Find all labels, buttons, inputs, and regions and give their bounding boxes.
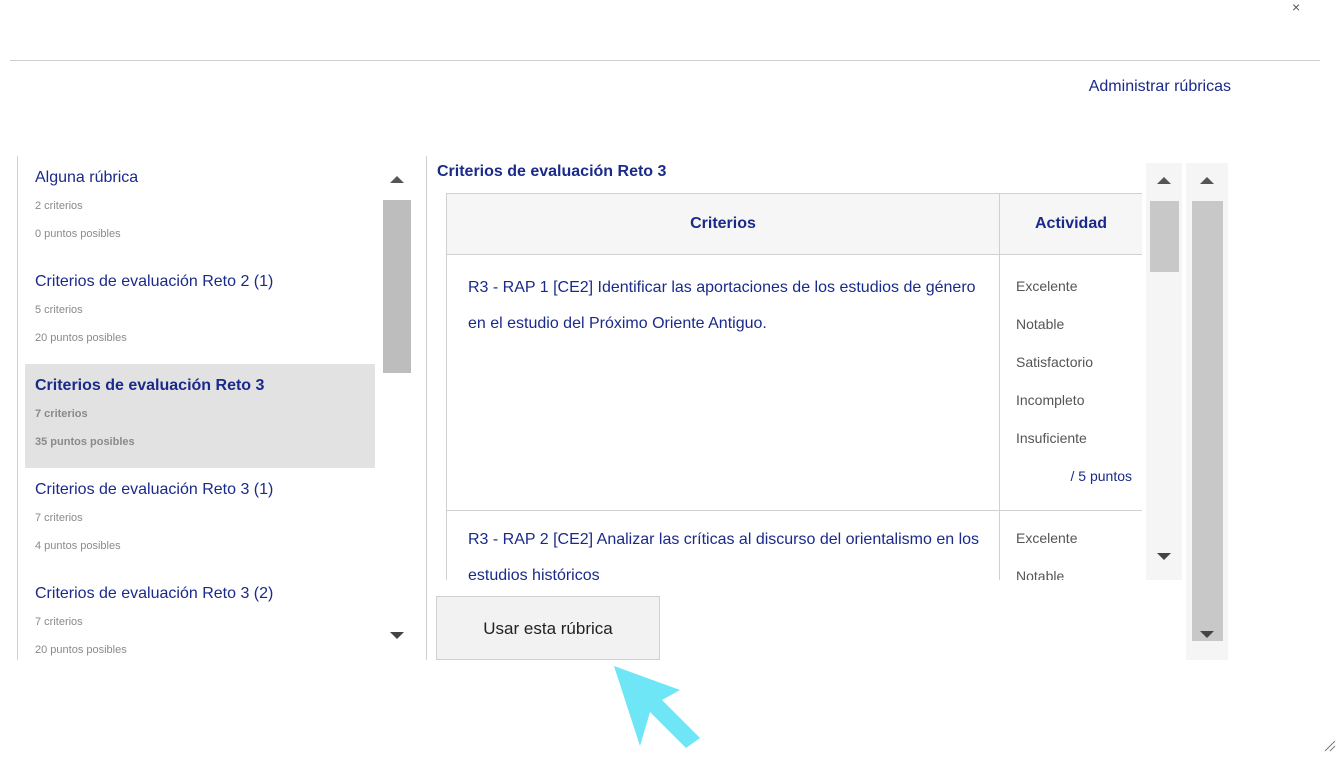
- rubric-name: Alguna rúbrica: [35, 169, 139, 186]
- scrollbar-thumb[interactable]: [1192, 201, 1223, 641]
- rubric-criteria-count: 7 criterios: [35, 408, 88, 420]
- rubric-list: Alguna rúbrica 2 criterios 0 puntos posi…: [25, 156, 375, 660]
- scroll-down-icon[interactable]: [390, 632, 404, 639]
- rubric-item-reto2-1[interactable]: Criterios de evaluación Reto 2 (1) 5 cri…: [25, 260, 375, 364]
- criteria-table-viewport: Criterios Actividad R3 - RAP 1 [CE2] Ide…: [446, 193, 1142, 580]
- manage-rubrics-link[interactable]: Administrar rúbricas: [1089, 78, 1231, 96]
- criteria-table-scrollbar[interactable]: [1146, 163, 1182, 580]
- level-label: Excelente: [1016, 278, 1078, 294]
- rubric-item-reto3-1[interactable]: Criterios de evaluación Reto 3 (1) 7 cri…: [25, 468, 375, 572]
- rubric-list-border: [17, 156, 18, 660]
- rubric-list-scrollbar[interactable]: [381, 156, 413, 660]
- rubric-item-alguna[interactable]: Alguna rúbrica 2 criterios 0 puntos posi…: [25, 156, 375, 260]
- scroll-up-icon[interactable]: [1200, 177, 1214, 184]
- level-label: Incompleto: [1016, 392, 1085, 408]
- column-header-activity: Actividad: [999, 193, 1142, 255]
- close-icon[interactable]: ×: [1292, 0, 1300, 14]
- scrollbar-thumb[interactable]: [1150, 201, 1179, 272]
- table-row: R3 - RAP 2 [CE2] Analizar las críticas a…: [446, 510, 1142, 580]
- rubric-points: 20 puntos posibles: [35, 332, 127, 344]
- column-header-criteria: Criterios: [446, 193, 1000, 255]
- criteria-table: Criterios Actividad R3 - RAP 1 [CE2] Ide…: [446, 193, 1142, 580]
- rubric-points: 20 puntos posibles: [35, 644, 127, 656]
- rubric-points: 35 puntos posibles: [35, 436, 135, 448]
- dialog-header: [0, 0, 1343, 60]
- rubric-item-reto3-2[interactable]: Criterios de evaluación Reto 3 (2) 7 cri…: [25, 572, 375, 660]
- scroll-gap: [1142, 580, 1186, 660]
- resize-grip-icon[interactable]: [1322, 738, 1336, 752]
- level-label: Insuficiente: [1016, 430, 1087, 446]
- rubric-criteria-count: 2 criterios: [35, 200, 83, 212]
- scroll-up-icon[interactable]: [390, 176, 404, 183]
- scrollbar-thumb[interactable]: [383, 200, 411, 373]
- rubric-detail-title: Criterios de evaluación Reto 3: [437, 163, 667, 180]
- rubric-name: Criterios de evaluación Reto 2 (1): [35, 273, 274, 290]
- mouse-pointer-icon: [614, 666, 700, 748]
- rubric-name: Criterios de evaluación Reto 3 (2): [35, 585, 274, 602]
- rubric-criteria-count: 7 criterios: [35, 616, 83, 628]
- rubric-item-reto3[interactable]: Criterios de evaluación Reto 3 7 criteri…: [25, 364, 375, 468]
- rubric-points: 0 puntos posibles: [35, 228, 121, 240]
- header-divider: [10, 60, 1320, 61]
- scroll-down-icon[interactable]: [1157, 553, 1171, 560]
- level-label: Excelente: [1016, 530, 1078, 546]
- table-row: R3 - RAP 1 [CE2] Identificar las aportac…: [446, 254, 1142, 511]
- scroll-down-icon[interactable]: [1200, 631, 1214, 638]
- criterion-description: R3 - RAP 2 [CE2] Analizar las críticas a…: [468, 531, 980, 580]
- level-label: Satisfactorio: [1016, 354, 1094, 370]
- rubric-name: Criterios de evaluación Reto 3: [35, 377, 265, 394]
- rubric-criteria-count: 5 criterios: [35, 304, 83, 316]
- level-label: Notable: [1016, 316, 1065, 332]
- use-rubric-button[interactable]: Usar esta rúbrica: [436, 596, 660, 660]
- criterion-points: / 5 puntos: [1070, 468, 1133, 484]
- rubric-points: 4 puntos posibles: [35, 540, 121, 552]
- rubric-criteria-count: 7 criterios: [35, 512, 83, 524]
- level-label: Notable: [1016, 568, 1065, 580]
- scroll-up-icon[interactable]: [1157, 177, 1171, 184]
- detail-panel-scrollbar[interactable]: [1186, 163, 1228, 660]
- panel-divider: [426, 156, 427, 660]
- criterion-description: R3 - RAP 1 [CE2] Identificar las aportac…: [468, 279, 976, 332]
- rubric-name: Criterios de evaluación Reto 3 (1): [35, 481, 274, 498]
